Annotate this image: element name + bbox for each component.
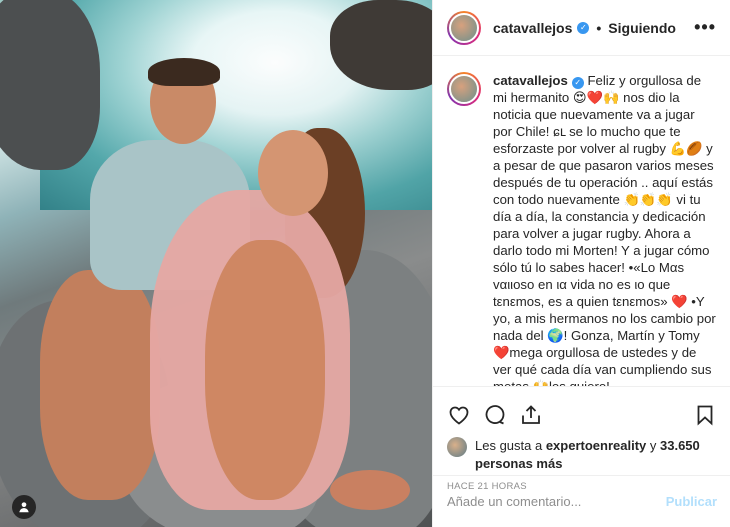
liker-avatar[interactable]: [447, 437, 467, 457]
post-sidebar: catavallejos ✓ • Siguiendo ••• catavalle…: [432, 0, 730, 527]
share-icon[interactable]: [519, 403, 543, 427]
header-user: catavallejos ✓ • Siguiendo: [493, 20, 676, 36]
caption-section: catavallejos ✓ Feliz y orgullosa de mi he…: [433, 56, 730, 386]
likes-mid: y: [646, 438, 660, 453]
woman-figure: [205, 240, 325, 500]
man-figure: [148, 58, 220, 86]
user-tag-icon-glyph: [19, 502, 29, 513]
post-photo[interactable]: [0, 0, 432, 527]
liker-username-link[interactable]: expertoenreality: [546, 438, 646, 453]
more-options-icon[interactable]: •••: [694, 17, 716, 38]
caption-body: Feliz y orgullosa de mi hermanito 😍❤️🙌 n…: [493, 73, 716, 386]
user-tag-icon[interactable]: [12, 495, 36, 519]
likes-prefix: Les gusta a: [475, 438, 546, 453]
woman-figure: [330, 470, 410, 510]
comment-input[interactable]: [447, 494, 666, 509]
action-icons-row: [447, 395, 717, 435]
caption-avatar[interactable]: [447, 72, 481, 106]
separator-dot: •: [596, 19, 602, 36]
avatar[interactable]: [447, 10, 481, 45]
post-header: catavallejos ✓ • Siguiendo •••: [433, 0, 730, 56]
likes-text: Les gusta a expertoenreality y 33.650 pe…: [475, 437, 717, 473]
rock: [0, 0, 100, 170]
likes-summary: Les gusta a expertoenreality y 33.650 pe…: [447, 437, 717, 473]
bookmark-icon[interactable]: [693, 403, 717, 427]
username-link[interactable]: catavallejos: [493, 20, 572, 36]
woman-figure: [258, 130, 328, 216]
publish-button[interactable]: Publicar: [666, 494, 717, 509]
heart-icon[interactable]: [447, 403, 471, 427]
following-button[interactable]: Siguiendo: [608, 20, 676, 36]
caption-username-link[interactable]: catavallejos: [493, 73, 568, 88]
comment-bar: Publicar: [433, 475, 730, 527]
man-figure: [40, 270, 160, 500]
caption-text: catavallejos ✓ Feliz y orgullosa de mi he…: [493, 72, 716, 386]
verified-badge-icon: ✓: [577, 21, 590, 34]
verified-badge-icon: ✓: [571, 76, 584, 89]
comment-icon[interactable]: [483, 403, 507, 427]
